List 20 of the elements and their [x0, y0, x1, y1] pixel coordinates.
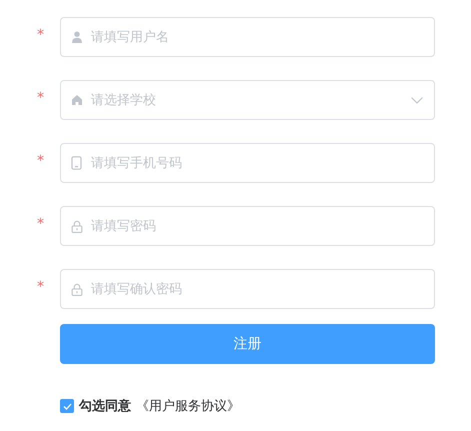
- checkmark-icon: [62, 402, 72, 410]
- chevron-down-icon: [411, 96, 423, 104]
- agreement-checkbox[interactable]: [60, 399, 74, 413]
- required-mark: *: [36, 26, 45, 43]
- required-mark: *: [36, 89, 45, 106]
- home-icon: [71, 94, 83, 106]
- input-field[interactable]: 请填写用户名: [60, 17, 435, 57]
- school-select[interactable]: 请选择学校: [60, 80, 435, 120]
- agreement-label: 勾选同意: [79, 398, 131, 415]
- input-field[interactable]: 请填写确认密码: [60, 269, 435, 309]
- required-mark: *: [36, 278, 45, 295]
- user-icon: [71, 31, 83, 43]
- required-mark: *: [36, 152, 45, 169]
- input-field[interactable]: 请填写密码: [60, 206, 435, 246]
- lock-icon: [71, 220, 83, 232]
- input-field[interactable]: 请填写手机号码: [60, 143, 435, 183]
- required-mark: *: [36, 215, 45, 232]
- phone-icon: [71, 156, 82, 170]
- terms-link[interactable]: 《用户服务协议》: [136, 397, 240, 415]
- lock-icon: [71, 282, 83, 296]
